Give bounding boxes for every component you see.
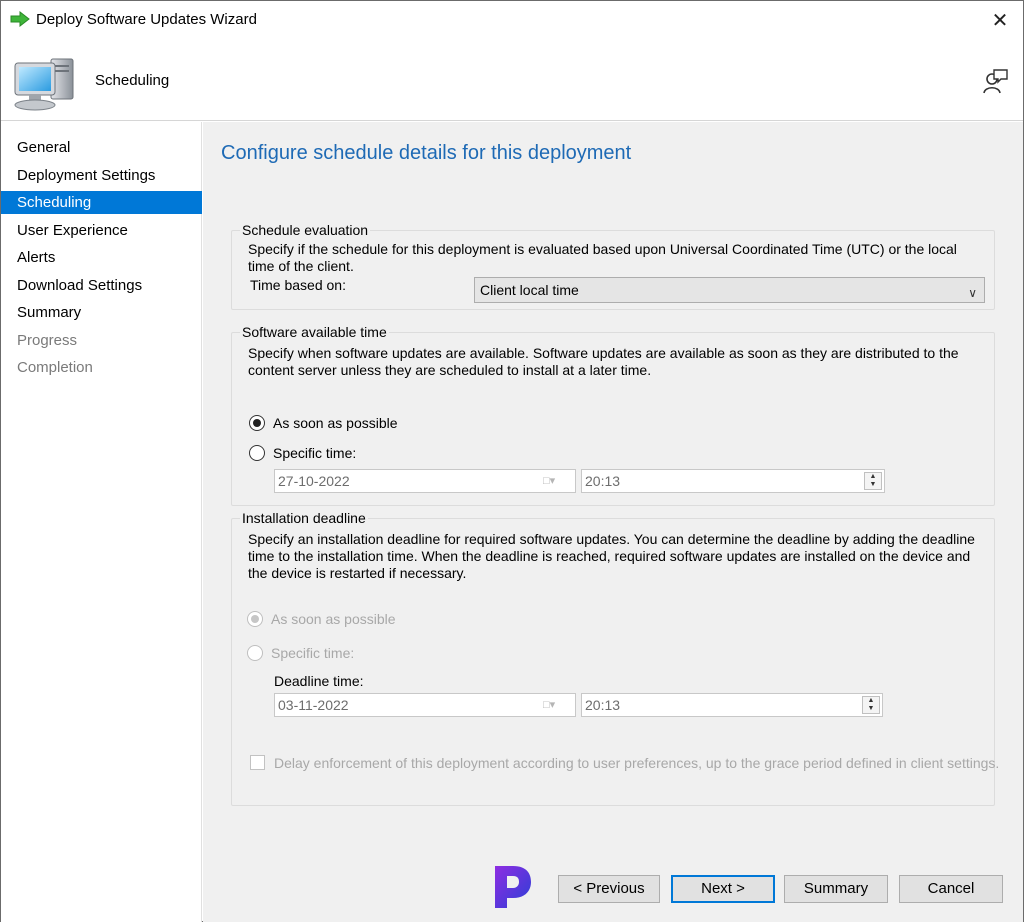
title-bar: Deploy Software Updates Wizard ✕ bbox=[1, 1, 1023, 39]
calendar-icon[interactable]: □▾ bbox=[543, 697, 573, 713]
spinner-icon[interactable]: ▲ ▼ bbox=[864, 472, 882, 490]
available-date-field[interactable]: 27-10-2022 □▾ bbox=[274, 469, 576, 493]
available-specific-label: Specific time: bbox=[273, 445, 357, 461]
schedule-evaluation-description: Specify if the schedule for this deploym… bbox=[248, 241, 957, 274]
delay-enforcement-label: Delay enforcement of this deployment acc… bbox=[274, 755, 1000, 771]
summary-button[interactable]: Summary bbox=[784, 875, 888, 903]
nav-item-summary[interactable]: Summary bbox=[1, 301, 202, 324]
installation-deadline-title: Installation deadline bbox=[240, 510, 368, 526]
schedule-evaluation-title: Schedule evaluation bbox=[240, 222, 371, 238]
calendar-icon[interactable]: □▾ bbox=[543, 473, 573, 489]
time-based-on-select[interactable]: Client local time ∨ bbox=[474, 277, 985, 303]
available-asap-radio[interactable] bbox=[249, 415, 265, 431]
available-asap-label: As soon as possible bbox=[273, 415, 398, 431]
help-person-icon[interactable] bbox=[981, 67, 1009, 95]
available-specific-radio[interactable] bbox=[249, 445, 265, 461]
deadline-date-field[interactable]: 03-11-2022 □▾ bbox=[274, 693, 576, 717]
nav-item-download-settings[interactable]: Download Settings bbox=[1, 274, 202, 297]
close-icon: ✕ bbox=[991, 9, 1009, 32]
computer-icon bbox=[14, 58, 74, 111]
deadline-time-field[interactable]: 20:13 ▲ ▼ bbox=[581, 693, 883, 717]
window-title: Deploy Software Updates Wizard bbox=[36, 11, 257, 28]
available-time-field[interactable]: 20:13 ▲ ▼ bbox=[581, 469, 885, 493]
brand-logo-icon bbox=[495, 866, 531, 908]
wizard-window: Deploy Software Updates Wizard ✕ Schedul… bbox=[0, 0, 1024, 922]
time-based-on-label: Time based on: bbox=[250, 277, 346, 293]
deadline-asap-label: As soon as possible bbox=[271, 611, 396, 627]
software-available-title: Software available time bbox=[240, 324, 389, 340]
deadline-specific-radio[interactable] bbox=[247, 645, 263, 661]
spinner-icon[interactable]: ▲ ▼ bbox=[862, 696, 880, 714]
close-button[interactable]: ✕ bbox=[977, 1, 1023, 39]
delay-enforcement-checkbox[interactable] bbox=[250, 755, 265, 770]
main-panel: Configure schedule details for this depl… bbox=[203, 122, 1023, 852]
chevron-down-icon: ∨ bbox=[968, 286, 977, 300]
nav-item-completion: Completion bbox=[17, 359, 93, 376]
previous-button[interactable]: < Previous bbox=[558, 875, 660, 903]
deadline-asap-radio[interactable] bbox=[247, 611, 263, 627]
section-heading: Configure schedule details for this depl… bbox=[221, 142, 632, 164]
wizard-nav: General Deployment Settings Scheduling U… bbox=[1, 122, 202, 922]
next-button[interactable]: Next > bbox=[671, 875, 775, 903]
installation-deadline-group: Installation deadline Specify an install… bbox=[231, 510, 999, 806]
nav-item-progress: Progress bbox=[17, 332, 78, 349]
cancel-button[interactable]: Cancel bbox=[899, 875, 1003, 903]
deadline-specific-label: Specific time: bbox=[271, 645, 355, 661]
nav-item-general[interactable]: General bbox=[1, 136, 202, 159]
software-available-description: Specify when software updates are availa… bbox=[248, 345, 959, 378]
software-available-group: Software available time Specify when sof… bbox=[231, 324, 995, 506]
deadline-time-label: Deadline time: bbox=[274, 673, 364, 689]
nav-item-alerts[interactable]: Alerts bbox=[1, 246, 202, 269]
nav-item-user-experience[interactable]: User Experience bbox=[1, 219, 202, 242]
page-title: Scheduling bbox=[95, 72, 170, 89]
wizard-footer: < Previous Next > Summary Cancel bbox=[203, 852, 1023, 922]
nav-item-scheduling[interactable]: Scheduling bbox=[1, 191, 202, 214]
installation-deadline-description: Specify an installation deadline for req… bbox=[248, 531, 975, 581]
nav-item-deployment-settings[interactable]: Deployment Settings bbox=[1, 164, 202, 187]
schedule-evaluation-group: Schedule evaluation Specify if the sched… bbox=[231, 222, 995, 310]
green-arrow-icon bbox=[10, 11, 30, 27]
wizard-header: Scheduling bbox=[1, 39, 1023, 121]
